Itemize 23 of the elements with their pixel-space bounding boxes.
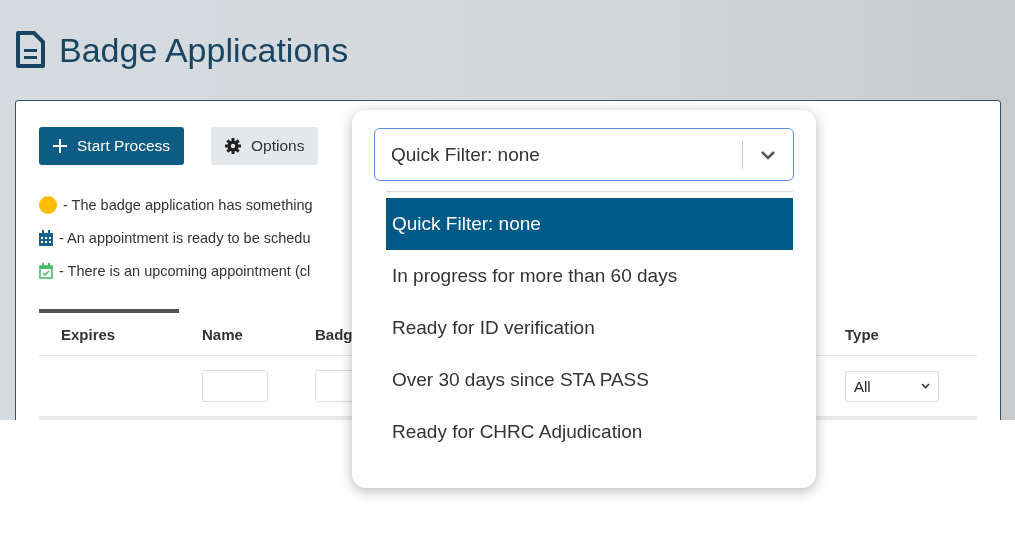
document-icon: [15, 31, 45, 69]
options-button[interactable]: Options: [211, 127, 319, 165]
dropdown-option[interactable]: In progress for more than 60 days: [386, 250, 793, 302]
filter-input[interactable]: [202, 370, 268, 402]
legend-text: - The badge application has something: [63, 197, 313, 213]
column-header: Expires: [61, 325, 116, 343]
legend-text: - An appointment is ready to be schedu: [59, 230, 311, 246]
dropdown-option[interactable]: Ready for ID verification: [386, 302, 793, 354]
start-process-button[interactable]: Start Process: [39, 127, 185, 165]
column-header: Badg: [315, 325, 353, 343]
page-title: Badge Applications: [59, 30, 349, 70]
plus-icon: [53, 139, 67, 153]
type-select[interactable]: All: [845, 370, 939, 402]
settings-icon: [225, 138, 242, 154]
legend-text: - There is an upcoming appointment (cl: [59, 263, 311, 279]
column-header: Name: [202, 325, 243, 343]
dropdown-option[interactable]: Ready for CHRC Adjudication: [386, 406, 793, 458]
dropdown-option[interactable]: Over 30 days since STA PASS: [386, 354, 793, 406]
dropdown-option[interactable]: Quick Filter: none: [386, 198, 793, 250]
column-header: Type: [845, 325, 879, 343]
chevron-down-icon: [921, 383, 930, 389]
quick-filter-select[interactable]: Quick Filter: none: [374, 128, 794, 181]
chevron-down-icon: [760, 149, 776, 160]
